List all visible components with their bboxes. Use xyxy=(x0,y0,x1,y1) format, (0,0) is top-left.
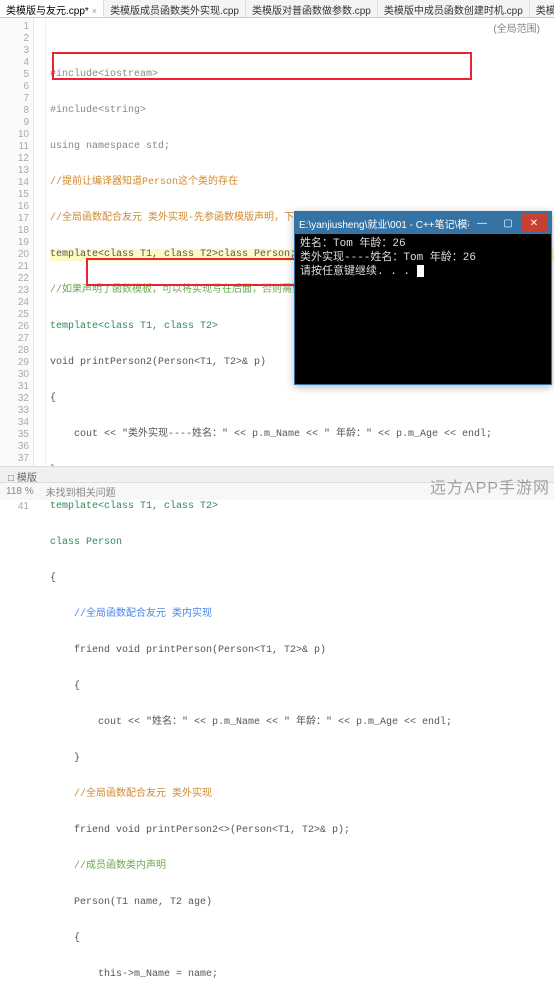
tab-1[interactable]: 类模版成员函数类外实现.cpp xyxy=(104,0,246,17)
fold-gutter xyxy=(34,18,46,482)
editor-tabs: 类模版与友元.cpp*× 类模版成员函数类外实现.cpp 类模版对普函数做参数.… xyxy=(0,0,554,18)
tab-2[interactable]: 类模版对普函数做参数.cpp xyxy=(246,0,378,17)
close-icon[interactable]: ✕ xyxy=(521,214,547,232)
tab-4[interactable]: 类模版.cpp xyxy=(530,0,554,17)
console-window[interactable]: E:\yanjiusheng\就业\001 - C++笔记\模板\模板... —… xyxy=(294,211,552,385)
status-text: 未找到相关问题 xyxy=(46,484,116,499)
maximize-icon[interactable]: ▢ xyxy=(495,214,521,232)
tab-0[interactable]: 类模版与友元.cpp*× xyxy=(0,0,104,17)
console-titlebar[interactable]: E:\yanjiusheng\就业\001 - C++笔记\模板\模板... —… xyxy=(295,212,551,234)
close-icon[interactable]: × xyxy=(92,6,97,16)
line-gutter: 12345678910 11121314151617181920 2122232… xyxy=(0,18,34,482)
cursor-icon xyxy=(417,265,424,277)
zoom-level[interactable]: 118 % xyxy=(6,486,34,497)
console-title: E:\yanjiusheng\就业\001 - C++笔记\模板\模板... xyxy=(299,216,469,231)
tab-3[interactable]: 类模版中成员函数创建时机.cpp xyxy=(378,0,530,17)
watermark: 远方APP手游网 xyxy=(430,474,550,498)
minimize-icon[interactable]: — xyxy=(469,214,495,232)
console-output: 姓名：Tom 年龄：26 类外实现----姓名：Tom 年龄：26 请按任意键继… xyxy=(295,234,551,282)
